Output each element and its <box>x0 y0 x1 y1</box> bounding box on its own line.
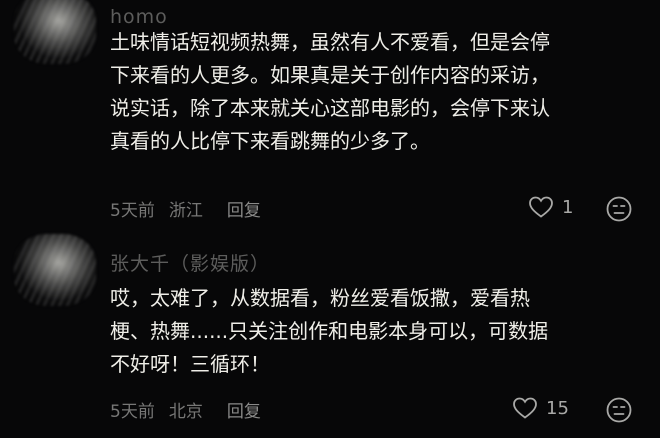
comment-username[interactable]: homo <box>110 6 168 28</box>
like-count: 15 <box>546 397 569 419</box>
comment-time: 5天前 <box>110 201 155 221</box>
dislike-button[interactable] <box>605 396 633 428</box>
avatar[interactable] <box>14 234 96 306</box>
meh-face-icon <box>606 196 632 222</box>
heart-outline-icon <box>529 196 553 218</box>
comment-item: homo 土味情话短视频热舞，虽然有人不爱看，但是会停 下来看的人更多。如果真是… <box>0 0 660 232</box>
comment-text: 土味情话短视频热舞，虽然有人不爱看，但是会停 下来看的人更多。如果真是关于创作内… <box>110 30 550 153</box>
heart-outline-icon <box>513 397 537 419</box>
like-button[interactable]: 1 <box>528 195 573 219</box>
comment-text: 哎，太难了，从数据看，粉丝爱看饭撒，爱看热 梗、热舞......只关注创作和电影… <box>110 286 549 376</box>
reply-button[interactable]: 回复 <box>227 397 261 422</box>
comment-username[interactable]: 张大千（影娱版） <box>110 249 270 276</box>
reply-button[interactable]: 回复 <box>227 196 261 221</box>
meh-face-icon <box>606 397 632 423</box>
dislike-button[interactable] <box>605 195 633 227</box>
comment-item: 张大千（影娱版） 哎，太难了，从数据看，粉丝爱看饭撒，爱看热 梗、热舞.....… <box>0 232 660 438</box>
comment-location: 浙江 <box>168 201 203 221</box>
avatar[interactable] <box>14 0 96 64</box>
like-button[interactable]: 15 <box>512 396 569 420</box>
comment-location: 北京 <box>168 402 203 422</box>
comment-meta: 5天前 浙江 回复 <box>110 196 261 221</box>
comment-time: 5天前 <box>110 402 155 422</box>
comment-meta: 5天前 北京 回复 <box>110 397 261 422</box>
like-count: 1 <box>562 196 574 218</box>
